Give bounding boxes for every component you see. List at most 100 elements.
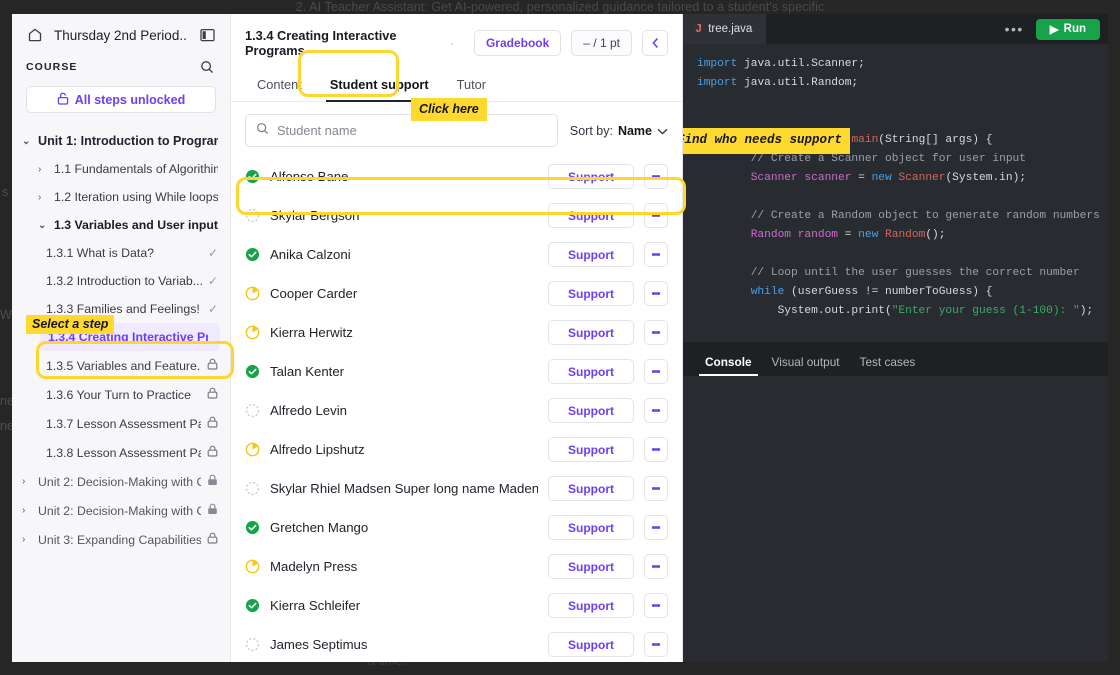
page-title: 1.3.4 Creating Interactive Programs: [245, 28, 397, 58]
more-options-icon[interactable]: [644, 476, 668, 501]
more-options-icon[interactable]: [644, 164, 668, 189]
support-button[interactable]: Support: [548, 242, 634, 267]
sidebar-step-1-3-2[interactable]: 1.3.2 Introduction to Variab... ✓: [12, 267, 230, 295]
search-input[interactable]: [277, 123, 547, 138]
callout-click-here: Click here: [411, 98, 487, 121]
sidebar-step-1-3-5[interactable]: 1.3.5 Variables and Feature...: [12, 351, 230, 380]
support-button[interactable]: Support: [548, 437, 634, 462]
points-badge: – / 1 pt: [571, 30, 632, 56]
more-options-icon[interactable]: [644, 632, 668, 657]
sidebar-lesson-1-1[interactable]: › 1.1 Fundamentals of Algorithimic t...: [12, 155, 230, 183]
sidebar-step-1-3-8[interactable]: 1.3.8 Lesson Assessment Pa...: [12, 438, 230, 467]
tab-visual-output[interactable]: Visual output: [764, 355, 848, 376]
file-tab-tree-java[interactable]: J tree.java: [683, 14, 767, 44]
background-fragment-left-2: W: [0, 308, 12, 322]
sidebar-unit-2a[interactable]: › Unit 2: Decision-Making with Co...: [12, 467, 230, 496]
chevron-down-icon: ⌄: [22, 135, 31, 147]
more-options-icon[interactable]: [644, 320, 668, 345]
chevron-right-icon: ›: [22, 534, 26, 545]
student-row[interactable]: Gretchen Mango Support: [231, 508, 682, 547]
more-options-icon[interactable]: [644, 554, 668, 579]
student-row[interactable]: Alfredo Lipshutz Support: [231, 430, 682, 469]
search-icon[interactable]: [198, 58, 216, 76]
student-search[interactable]: [245, 114, 558, 147]
support-button[interactable]: Support: [548, 593, 634, 618]
student-row[interactable]: Kierra Herwitz Support: [231, 313, 682, 352]
more-options-icon[interactable]: [644, 203, 668, 228]
student-row[interactable]: Skylar Bergson Support: [231, 196, 682, 235]
all-steps-unlocked-button[interactable]: All steps unlocked: [26, 86, 216, 113]
status-complete-icon: [245, 520, 260, 535]
support-button[interactable]: Support: [548, 632, 634, 657]
status-in-progress-icon: [245, 559, 260, 574]
support-button[interactable]: Support: [548, 398, 634, 423]
callout-select-a-step: Select a step: [26, 315, 115, 334]
more-options-icon[interactable]: [644, 515, 668, 540]
sidebar-step-1-3-7[interactable]: 1.3.7 Lesson Assessment Pa...: [12, 409, 230, 438]
sidebar-lesson-1-2[interactable]: › 1.2 Iteration using While loops: [12, 183, 230, 211]
student-name: Gretchen Mango: [270, 520, 369, 535]
support-button[interactable]: Support: [548, 476, 634, 501]
student-name: Alfredo Lipshutz: [270, 442, 365, 457]
student-row[interactable]: Cooper Carder Support: [231, 274, 682, 313]
more-options-icon[interactable]: [644, 398, 668, 423]
run-button[interactable]: ▶ Run: [1035, 18, 1100, 40]
student-row[interactable]: Kierra Schleifer Support: [231, 586, 682, 625]
student-row[interactable]: Alfredo Levin Support: [231, 391, 682, 430]
status-complete-icon: [245, 247, 260, 262]
sidebar-unit-3[interactable]: › Unit 3: Expanding Capabilities with: [12, 525, 230, 554]
student-row[interactable]: Alfonso Bane Support: [231, 157, 682, 196]
more-options-icon[interactable]: [644, 281, 668, 306]
tab-tutor[interactable]: Tutor: [445, 68, 498, 101]
sidebar-lesson-label: 1.1 Fundamentals of Algorithimic t...: [54, 162, 218, 176]
student-name: Kierra Schleifer: [270, 598, 361, 613]
sidebar-unit-2b[interactable]: › Unit 2: Decision-Making with Co...: [12, 496, 230, 525]
collapse-panel-button[interactable]: [642, 30, 668, 56]
lock-solid-icon: [207, 503, 218, 518]
tab-test-cases[interactable]: Test cases: [852, 355, 924, 376]
student-row[interactable]: James Septimus Support: [231, 625, 682, 662]
support-button[interactable]: Support: [548, 164, 634, 189]
support-button[interactable]: Support: [548, 281, 634, 306]
student-name: James Septimus: [270, 637, 368, 652]
student-row[interactable]: Anika Calzoni Support: [231, 235, 682, 274]
support-button[interactable]: Support: [548, 320, 634, 345]
student-row[interactable]: Madelyn Press Support: [231, 547, 682, 586]
sidebar-step-label: 1.3.2 Introduction to Variab...: [46, 274, 202, 288]
course-tree: ⌄ Unit 1: Introduction to Programm... › …: [12, 125, 230, 662]
panel-toggle-icon[interactable]: [198, 26, 216, 44]
sidebar-step-label: 1.3.1 What is Data?: [46, 246, 154, 260]
sidebar-lesson-1-3[interactable]: ⌄ 1.3 Variables and User inputs: [12, 211, 230, 239]
console-output: [683, 375, 1108, 662]
sidebar-header: Thursday 2nd Period...: [12, 14, 230, 54]
student-row[interactable]: Talan Kenter Support: [231, 352, 682, 391]
chevron-down-icon: [657, 124, 668, 138]
sidebar-step-1-3-6[interactable]: 1.3.6 Your Turn to Practice: [12, 380, 230, 409]
support-button[interactable]: Support: [548, 359, 634, 384]
support-button[interactable]: Support: [548, 554, 634, 579]
tab-content[interactable]: Content: [245, 68, 314, 101]
tab-console[interactable]: Console: [697, 355, 760, 376]
app-window: Thursday 2nd Period... COURSE All steps …: [12, 14, 1108, 662]
sidebar-step-1-3-1[interactable]: 1.3.1 What is Data? ✓: [12, 239, 230, 267]
more-options-icon[interactable]: [644, 242, 668, 267]
support-button[interactable]: Support: [548, 203, 634, 228]
sidebar-unit-1[interactable]: ⌄ Unit 1: Introduction to Programm...: [12, 127, 230, 155]
more-horizontal-icon[interactable]: •••: [993, 21, 1036, 37]
check-icon: ✓: [207, 302, 218, 316]
support-button[interactable]: Support: [548, 515, 634, 540]
breadcrumb-separator: ·: [449, 36, 454, 50]
tab-student-support[interactable]: Student support: [318, 68, 441, 102]
more-options-icon[interactable]: [644, 437, 668, 462]
gradebook-button[interactable]: Gradebook: [473, 30, 562, 56]
lock-icon: [207, 358, 218, 373]
course-sidebar: Thursday 2nd Period... COURSE All steps …: [12, 14, 234, 662]
student-row[interactable]: Skylar Rhiel Madsen Super long name Made…: [231, 469, 682, 508]
home-icon[interactable]: [26, 26, 44, 44]
sort-by-control[interactable]: Sort by: Name: [570, 124, 668, 138]
code-editor[interactable]: import java.util.Scanner; import java.ut…: [683, 44, 1108, 342]
more-options-icon[interactable]: [644, 593, 668, 618]
status-not-started-icon: [245, 637, 260, 652]
more-options-icon[interactable]: [644, 359, 668, 384]
student-name: Alfredo Levin: [270, 403, 347, 418]
